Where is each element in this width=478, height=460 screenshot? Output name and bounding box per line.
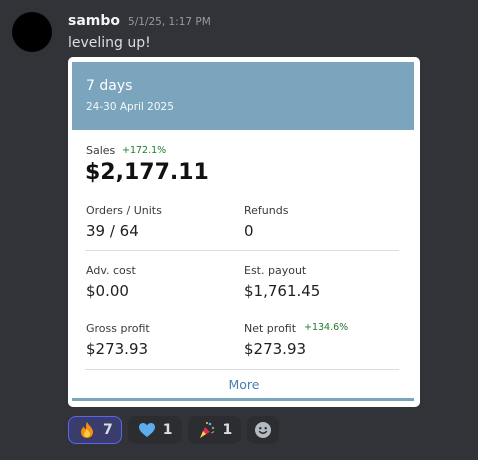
orders-units-value: 39 / 64 — [86, 222, 139, 240]
embed-header-banner: 7 days 24-30 April 2025 — [72, 62, 414, 130]
message-timestamp: 5/1/25, 1:17 PM — [128, 16, 211, 28]
sales-change: +172.1% — [122, 145, 167, 156]
fire-icon — [77, 420, 97, 440]
embed-footer-bar — [72, 398, 414, 401]
smiley-icon — [253, 420, 273, 440]
net-profit-value: $273.93 — [244, 340, 307, 358]
adv-cost-value: $0.00 — [86, 282, 129, 300]
net-profit-label: Net profit — [244, 322, 297, 335]
user-avatar[interactable] — [12, 12, 52, 52]
reaction-count: 1 — [222, 422, 233, 438]
section-divider — [85, 369, 399, 370]
section-divider — [85, 250, 399, 251]
est-payout-value: $1,761.45 — [244, 282, 321, 300]
reaction-fire[interactable]: 7 — [68, 416, 122, 444]
gross-profit-label: Gross profit — [86, 322, 150, 335]
username[interactable]: sambo — [68, 13, 120, 29]
embed-title: 7 days — [86, 78, 133, 94]
add-reaction-button[interactable] — [247, 416, 280, 444]
net-profit-change: +134.6% — [304, 322, 349, 333]
party-popper-icon — [197, 420, 217, 440]
refunds-value: 0 — [244, 222, 254, 240]
refunds-label: Refunds — [244, 204, 289, 217]
reaction-count: 7 — [103, 422, 113, 438]
sales-value: $2,177.11 — [85, 160, 209, 185]
embed-date-range: 24-30 April 2025 — [86, 101, 174, 113]
sales-embed-card: 7 days 24-30 April 2025 Sales +172.1% $2… — [68, 57, 420, 407]
est-payout-label: Est. payout — [244, 264, 307, 277]
sales-label: Sales — [86, 144, 116, 157]
blue-heart-icon — [137, 420, 157, 440]
message-text: leveling up! — [68, 35, 151, 51]
reactions-bar: 7 1 1 — [68, 416, 280, 444]
reaction-party-popper[interactable]: 1 — [187, 416, 242, 444]
message-header: sambo 5/1/25, 1:17 PM — [68, 13, 211, 29]
gross-profit-value: $273.93 — [86, 340, 149, 358]
reaction-count: 1 — [162, 422, 173, 438]
more-link[interactable]: More — [68, 377, 420, 392]
reaction-blue-heart[interactable]: 1 — [127, 416, 182, 444]
adv-cost-label: Adv. cost — [86, 264, 136, 277]
orders-units-label: Orders / Units — [86, 204, 162, 217]
